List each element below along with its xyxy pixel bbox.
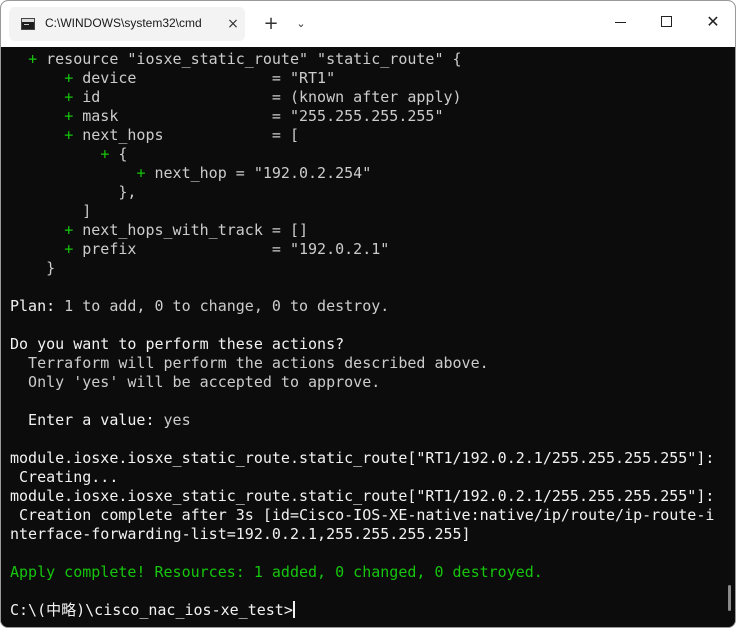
scrollbar[interactable] bbox=[728, 585, 731, 611]
terminal-text: next_hops = [ bbox=[73, 126, 299, 144]
terminal-line: Plan: 1 to add, 0 to change, 0 to destro… bbox=[10, 297, 726, 316]
terminal-text: Only 'yes' will be accepted to approve. bbox=[10, 373, 381, 391]
terminal-line: + { bbox=[10, 145, 726, 164]
terminal-line: nterface-forwarding-list=192.0.2.1,255.2… bbox=[10, 525, 726, 544]
terminal-text: Creation complete after 3s [id=Cisco-IOS… bbox=[10, 506, 715, 524]
terminal-text: Terraform will perform the actions descr… bbox=[10, 354, 489, 372]
close-tab-icon[interactable]: × bbox=[225, 15, 241, 33]
terminal-line: ] bbox=[10, 202, 726, 221]
terminal-line: C:\(中略)\cisco_nac_ios-xe_test> bbox=[10, 601, 726, 620]
terminal-output[interactable]: + resource "iosxe_static_route" "static_… bbox=[1, 47, 735, 627]
plus-marker: + bbox=[64, 221, 74, 239]
terminal-line: Only 'yes' will be accepted to approve. bbox=[10, 373, 726, 392]
terminal-text: module.iosxe.iosxe_static_route.static_r… bbox=[10, 449, 715, 467]
terminal-line: + prefix = "192.0.2.1" bbox=[10, 240, 726, 259]
plan-summary: 1 to add, 0 to change, 0 to destroy. bbox=[55, 297, 390, 315]
new-tab-button[interactable]: + bbox=[261, 14, 281, 34]
plus-marker: + bbox=[64, 107, 74, 125]
chevron-down-icon[interactable]: ⌄ bbox=[291, 14, 311, 34]
terminal-line: Terraform will perform the actions descr… bbox=[10, 354, 726, 373]
tab-title: C:\WINDOWS\system32\cmd bbox=[45, 16, 202, 30]
minimize-icon bbox=[615, 22, 626, 23]
terminal-window: C:\WINDOWS\system32\cmd × + ⌄ ✕ + resour… bbox=[0, 0, 736, 628]
terminal-line: Apply complete! Resources: 1 added, 0 ch… bbox=[10, 563, 726, 582]
terminal-line: Do you want to perform these actions? bbox=[10, 335, 726, 354]
terminal-text: nterface-forwarding-list=192.0.2.1,255.2… bbox=[10, 525, 471, 543]
plus-marker: + bbox=[28, 50, 38, 68]
terminal-text: Creating... bbox=[10, 468, 119, 486]
minimize-button[interactable] bbox=[599, 1, 643, 43]
terminal-text: { bbox=[109, 145, 128, 163]
plus-marker: + bbox=[64, 240, 74, 258]
terminal-line: + next_hops_with_track = [] bbox=[10, 221, 726, 240]
terminal-text: Do you want to perform these actions? bbox=[10, 335, 345, 353]
terminal-text: } bbox=[10, 259, 56, 277]
enter-value-input: yes bbox=[154, 411, 191, 429]
terminal-line: module.iosxe.iosxe_static_route.static_r… bbox=[10, 487, 726, 506]
maximize-icon bbox=[661, 16, 672, 27]
console-lines: + resource "iosxe_static_route" "static_… bbox=[10, 50, 726, 620]
terminal-text: Apply complete! Resources: 1 added, 0 ch… bbox=[10, 563, 543, 581]
terminal-line: Creation complete after 3s [id=Cisco-IOS… bbox=[10, 506, 726, 525]
text-cursor bbox=[292, 601, 295, 618]
maximize-button[interactable] bbox=[644, 1, 688, 43]
terminal-text: resource "iosxe_static_route" "static_ro… bbox=[37, 50, 462, 68]
title-bar: C:\WINDOWS\system32\cmd × + ⌄ ✕ bbox=[1, 1, 735, 47]
terminal-line: module.iosxe.iosxe_static_route.static_r… bbox=[10, 449, 726, 468]
enter-value-label: Enter a value: bbox=[10, 411, 155, 429]
terminal-line: Creating... bbox=[10, 468, 726, 487]
terminal-text: next_hop = "192.0.2.254" bbox=[145, 164, 372, 182]
cmd-icon bbox=[21, 18, 35, 30]
terminal-line: } bbox=[10, 259, 726, 278]
terminal-line: + mask = "255.255.255.255" bbox=[10, 107, 726, 126]
terminal-text: next_hops_with_track = [] bbox=[73, 221, 309, 239]
terminal-line: + device = "RT1" bbox=[10, 69, 726, 88]
terminal-text: ] bbox=[10, 202, 92, 220]
terminal-text: device = "RT1" bbox=[73, 69, 336, 87]
terminal-line: + next_hops = [ bbox=[10, 126, 726, 145]
terminal-text: prefix = "192.0.2.1" bbox=[73, 240, 390, 258]
terminal-text: mask = "255.255.255.255" bbox=[73, 107, 444, 125]
command-prompt: C:\(中略)\cisco_nac_ios-xe_test> bbox=[10, 601, 293, 619]
terminal-line: Enter a value: yes bbox=[10, 411, 726, 430]
terminal-text: module.iosxe.iosxe_static_route.static_r… bbox=[10, 487, 715, 505]
plus-marker: + bbox=[64, 126, 74, 144]
terminal-line: + resource "iosxe_static_route" "static_… bbox=[10, 50, 726, 69]
terminal-line: }, bbox=[10, 183, 726, 202]
terminal-text: id = (known after apply) bbox=[73, 88, 462, 106]
plus-marker: + bbox=[64, 69, 74, 87]
terminal-text: }, bbox=[10, 183, 137, 201]
tab-cmd[interactable]: C:\WINDOWS\system32\cmd × bbox=[9, 7, 245, 41]
terminal-line: + next_hop = "192.0.2.254" bbox=[10, 164, 726, 183]
close-window-button[interactable]: ✕ bbox=[691, 1, 735, 43]
terminal-line: + id = (known after apply) bbox=[10, 88, 726, 107]
plus-marker: + bbox=[100, 145, 110, 163]
plus-marker: + bbox=[64, 88, 74, 106]
plan-label: Plan: bbox=[10, 297, 56, 315]
